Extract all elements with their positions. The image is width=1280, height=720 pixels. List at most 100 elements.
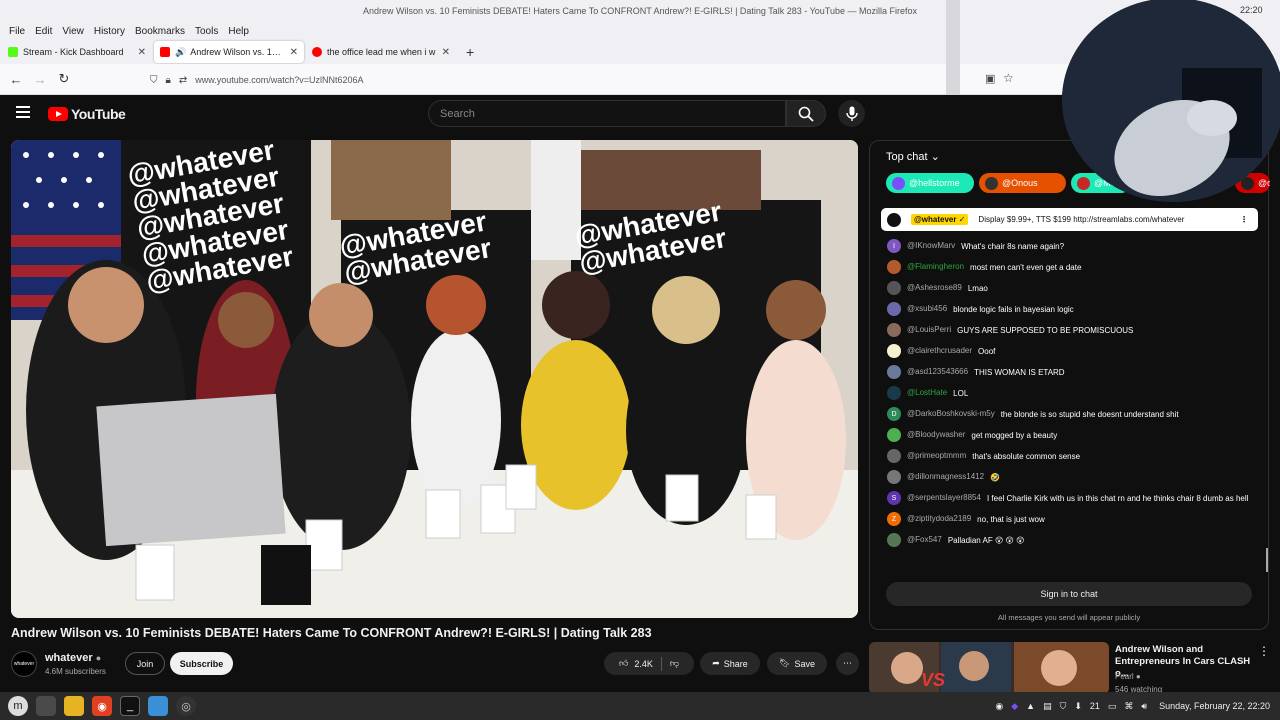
chat-avatar[interactable] (887, 260, 901, 274)
clipboard-icon[interactable]: ▤ (1043, 701, 1052, 712)
terminal-icon[interactable]: _ (120, 696, 140, 716)
donor-ticker-item[interactable]: @hellstorme (886, 173, 974, 193)
dislike-icon[interactable]: 👎︎ (670, 658, 679, 669)
discord-icon[interactable]: ◆ (1011, 701, 1018, 712)
chat-message[interactable]: D @DarkoBoshkovski-m5y the blonde is so st… (881, 407, 1258, 423)
chat-message[interactable]: I @IKnowMarv What's chair 8s name again? (881, 239, 1258, 255)
chat-message[interactable]: @dillonmagness1412 🤣 (881, 470, 1258, 486)
hamburger-menu-icon[interactable] (16, 106, 30, 118)
chat-avatar[interactable] (887, 281, 901, 295)
menu-file[interactable]: File (9, 26, 25, 37)
menu-history[interactable]: History (94, 26, 125, 37)
tray-app-icon[interactable]: ◉ (995, 701, 1003, 712)
chat-username[interactable]: @LostHate (907, 386, 947, 397)
chat-message[interactable]: @clairethcrusader Ooof (881, 344, 1258, 360)
show-desktop-icon[interactable] (36, 696, 56, 716)
chat-message[interactable]: @LostHate LOL (881, 386, 1258, 402)
chat-avatar[interactable] (887, 344, 901, 358)
lock-icon[interactable]: 🔒︎ (166, 75, 171, 86)
chat-username[interactable]: @Flamingheron (907, 260, 964, 271)
firefox-icon[interactable]: ◉ (92, 696, 112, 716)
chat-avatar[interactable]: S (887, 491, 901, 505)
save-button[interactable]: 🔖︎ Save (767, 652, 827, 675)
chat-username[interactable]: @xsubi456 (907, 302, 947, 313)
chat-username[interactable]: @Ashesrose89 (907, 281, 962, 292)
shield-icon[interactable]: ⛉ (150, 75, 158, 86)
channel-name[interactable]: whatever ● (45, 652, 101, 664)
more-actions-button[interactable]: ⋯ (836, 652, 859, 675)
chat-avatar[interactable]: I (887, 239, 901, 253)
channel-name-text[interactable]: whatever (45, 652, 93, 664)
chat-username[interactable]: @DarkoBoshkovski-m5y (907, 407, 995, 418)
tab-kick-dashboard[interactable]: Stream - Kick Dashboard ✕ (2, 41, 152, 63)
volume-icon[interactable]: 🔊︎ (1141, 701, 1147, 712)
join-button[interactable]: Join (125, 652, 165, 675)
more-vert-icon[interactable]: ⋮ (1240, 215, 1248, 224)
youtube-logo[interactable]: YouTube (48, 106, 126, 122)
url-bar[interactable]: ⛉ 🔒︎ ⇄ www.youtube.com/watch?v=UzlNNt620… (150, 69, 970, 91)
chat-message[interactable]: @Bloodywasher get mogged by a beauty (881, 428, 1258, 444)
like-icon[interactable]: 👍︎ (619, 658, 628, 669)
chat-username[interactable]: @primeoptmmm (907, 449, 966, 460)
recommended-channel-name[interactable]: Pearl (1115, 672, 1134, 681)
menu-view[interactable]: View (62, 26, 84, 37)
update-icon[interactable]: ⬇ (1074, 701, 1082, 712)
forward-arrow-icon[interactable]: → (28, 72, 52, 87)
search-button[interactable] (786, 100, 826, 127)
more-vert-icon[interactable]: ⋮ (1258, 644, 1270, 658)
obs-icon[interactable]: ◎ (176, 696, 196, 716)
chat-avatar[interactable] (887, 302, 901, 316)
back-arrow-icon[interactable]: ← (4, 72, 28, 87)
reader-view-icon[interactable]: ▣ (985, 72, 995, 85)
donor-ticker-item[interactable]: @Onous (979, 173, 1066, 193)
file-manager-icon[interactable] (64, 696, 84, 716)
chat-message[interactable]: @LouisPerri GUYS ARE SUPPOSED TO BE PROMI… (881, 323, 1258, 339)
like-count[interactable]: 2.4K (634, 659, 653, 669)
chat-username[interactable]: @Fox547 (907, 533, 942, 544)
sign-in-to-chat-button[interactable]: Sign in to chat (886, 582, 1252, 606)
chat-message[interactable]: @Flamingheron most men can't even get a d… (881, 260, 1258, 276)
shield-icon[interactable]: ⛉ (1060, 701, 1067, 712)
close-tab-icon[interactable]: ✕ (138, 47, 146, 58)
search-input[interactable]: Search (428, 100, 786, 127)
speaker-icon[interactable]: 🔊 (175, 47, 186, 58)
voice-search-button[interactable] (838, 100, 865, 127)
chat-avatar[interactable] (887, 533, 901, 547)
chat-message[interactable]: @Ashesrose89 Lmao (881, 281, 1258, 297)
tab-youtube-video[interactable]: 🔊 Andrew Wilson vs. 10 Fe ✕ (154, 41, 304, 63)
menu-bookmarks[interactable]: Bookmarks (135, 26, 185, 37)
chat-scrollbar[interactable] (1266, 548, 1268, 572)
chat-username[interactable]: @Bloodywasher (907, 428, 965, 439)
chat-avatar[interactable] (887, 386, 901, 400)
chat-username[interactable]: @asd123543666 (907, 365, 968, 376)
channel-avatar[interactable]: whatever (11, 651, 37, 677)
pinned-user[interactable]: @whatever ✓ (911, 214, 969, 225)
chat-message[interactable]: @xsubi456 blonde logic fails in bayesian … (881, 302, 1258, 318)
chat-avatar[interactable] (887, 365, 901, 379)
chat-avatar[interactable]: D (887, 407, 901, 421)
app-icon[interactable] (148, 696, 168, 716)
chat-username[interactable]: @LouisPerri (907, 323, 951, 334)
chat-message[interactable]: @asd123543666 THIS WOMAN IS ETARD (881, 365, 1258, 381)
recommended-channel[interactable]: Pearl ● (1115, 672, 1141, 681)
start-menu-icon[interactable]: m (8, 696, 28, 716)
chat-username[interactable]: @clairethcrusader (907, 344, 972, 355)
close-tab-icon[interactable]: ✕ (290, 47, 298, 58)
chat-mode-dropdown[interactable]: Top chat ⌄ (886, 150, 940, 163)
new-tab-button[interactable]: + (466, 44, 474, 60)
share-button[interactable]: ➦ Share (700, 652, 760, 675)
chat-message[interactable]: Z @ziptitydoda2189 no, that is just wow (881, 512, 1258, 528)
chat-message[interactable]: @primeoptmmm that's absolute common sense (881, 449, 1258, 465)
chat-avatar[interactable] (887, 428, 901, 442)
reload-icon[interactable]: ↻ (52, 71, 76, 87)
menu-tools[interactable]: Tools (195, 26, 218, 37)
chat-avatar[interactable]: Z (887, 512, 901, 526)
chat-message[interactable]: S @serpentslayer8854 I feel Charlie Kirk w… (881, 491, 1258, 507)
permissions-icon[interactable]: ⇄ (179, 75, 187, 86)
chat-mode-label[interactable]: Top chat (886, 151, 928, 163)
chat-username[interactable]: @ziptitydoda2189 (907, 512, 971, 523)
network-icon[interactable]: ⌘ (1124, 701, 1133, 712)
url-text[interactable]: www.youtube.com/watch?v=UzlNNt6206A (195, 75, 363, 85)
close-tab-icon[interactable]: ✕ (442, 47, 450, 58)
menu-edit[interactable]: Edit (35, 26, 52, 37)
